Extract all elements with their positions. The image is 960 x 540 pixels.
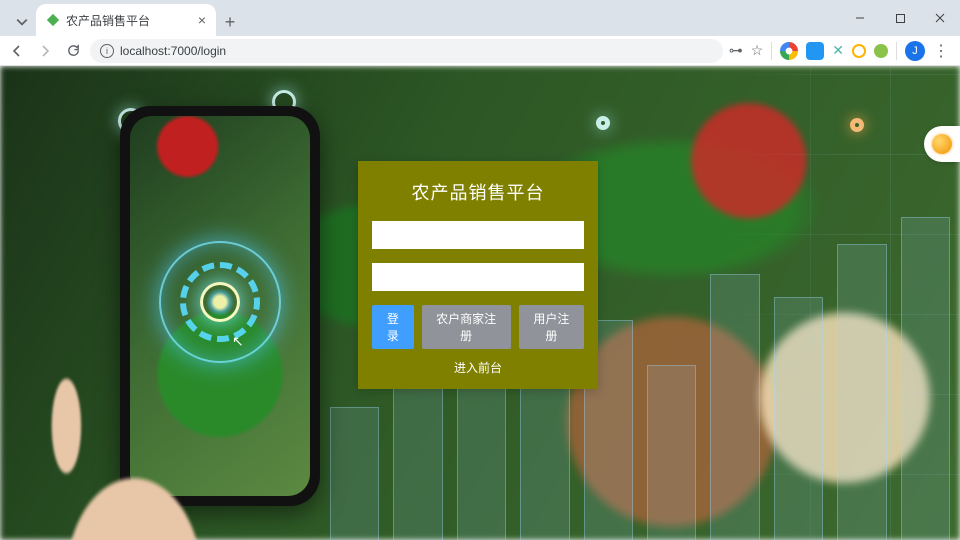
- browser-tab-strip: 农产品销售平台 × +: [0, 0, 960, 36]
- extension-icon-5[interactable]: [874, 44, 888, 58]
- minimize-button[interactable]: [840, 0, 880, 36]
- window-controls: [840, 0, 960, 36]
- site-info-icon[interactable]: i: [100, 44, 114, 58]
- tab-search-button[interactable]: [8, 8, 36, 36]
- page-content: 农产品销售平台 登录 农户商家注册 用户注册 进入前台 ↖: [0, 66, 960, 540]
- side-widget-button[interactable]: [924, 126, 960, 162]
- side-widget-icon: [932, 134, 952, 154]
- extension-icon-4[interactable]: [852, 44, 866, 58]
- extension-icon-1[interactable]: [780, 42, 798, 60]
- password-key-icon[interactable]: ⊶: [729, 42, 743, 59]
- merchant-register-button[interactable]: 农户商家注册: [422, 305, 511, 349]
- extension-icon-3[interactable]: ✕: [832, 42, 844, 59]
- separator: [896, 42, 897, 60]
- favicon-icon: [46, 13, 60, 27]
- enter-front-link[interactable]: 进入前台: [454, 361, 502, 375]
- browser-tab[interactable]: 农产品销售平台 ×: [36, 4, 216, 36]
- toolbar-right: ⊶ ☆ ✕ J ⋮: [729, 41, 954, 61]
- glow-node-icon: [596, 116, 610, 130]
- extension-icon-2[interactable]: [806, 42, 824, 60]
- maximize-button[interactable]: [880, 0, 920, 36]
- username-input[interactable]: [372, 221, 584, 249]
- separator: [771, 42, 772, 60]
- user-register-button[interactable]: 用户注册: [519, 305, 584, 349]
- new-tab-button[interactable]: +: [216, 8, 244, 36]
- reload-button[interactable]: [62, 40, 84, 62]
- tab-title: 农产品销售平台: [66, 12, 150, 29]
- omnibox[interactable]: i localhost:7000/login: [90, 39, 723, 63]
- url-text: localhost:7000/login: [120, 44, 226, 58]
- password-input[interactable]: [372, 263, 584, 291]
- close-window-button[interactable]: [920, 0, 960, 36]
- address-bar: i localhost:7000/login ⊶ ☆ ✕ J ⋮: [0, 36, 960, 66]
- chrome-menu-icon[interactable]: ⋮: [933, 41, 948, 61]
- login-panel: 农产品销售平台 登录 农户商家注册 用户注册 进入前台: [358, 161, 598, 389]
- back-button[interactable]: [6, 40, 28, 62]
- tab-close-icon[interactable]: ×: [198, 12, 206, 28]
- button-row: 登录 农户商家注册 用户注册: [372, 305, 584, 349]
- login-button[interactable]: 登录: [372, 305, 414, 349]
- hand-image: [30, 360, 290, 540]
- login-title: 农产品销售平台: [372, 179, 584, 205]
- profile-avatar[interactable]: J: [905, 41, 925, 61]
- scan-target-icon: [200, 282, 240, 322]
- forward-button[interactable]: [34, 40, 56, 62]
- bookmark-star-icon[interactable]: ☆: [751, 42, 764, 59]
- glow-node-icon: [850, 118, 864, 132]
